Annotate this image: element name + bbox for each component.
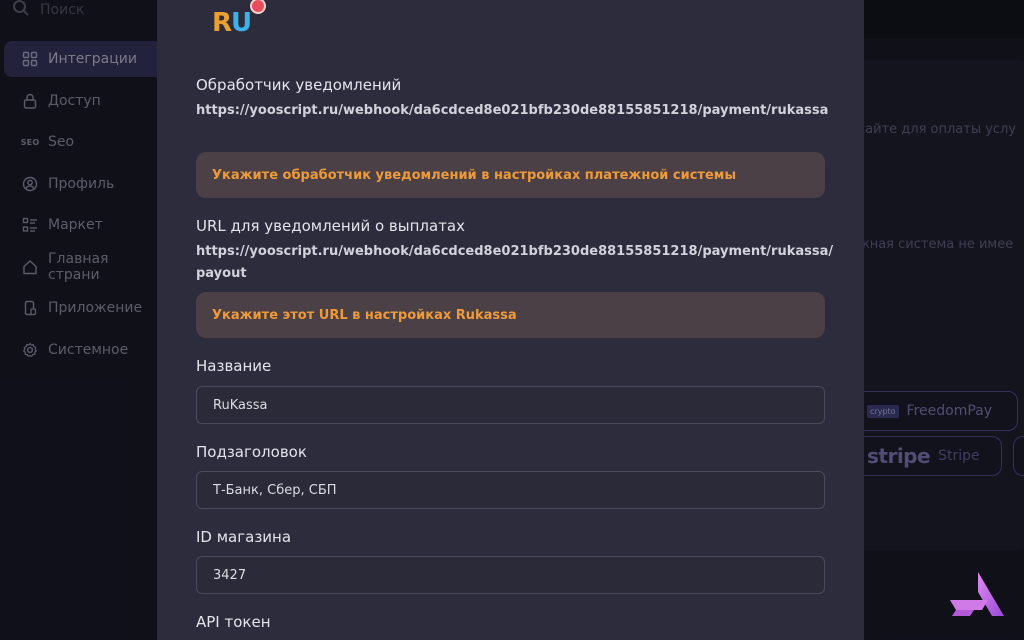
webhook-url[interactable]: https://yooscript.ru/webhook/da6cdced8e0… <box>196 100 836 122</box>
name-input[interactable] <box>196 386 825 424</box>
payout-notice: Укажите этот URL в настройках Rukassa <box>196 292 825 338</box>
name-label: Название <box>196 357 272 375</box>
shop-id-input[interactable] <box>196 556 825 594</box>
logo-badge <box>250 0 266 14</box>
rukassa-logo: RU <box>212 0 268 38</box>
payout-label: URL для уведомлений о выплатах <box>196 217 465 235</box>
logo-letter-u: U <box>231 8 252 38</box>
subtitle-input[interactable] <box>196 471 825 509</box>
logo-letter-r: R <box>212 8 232 38</box>
brand-logo-icon <box>950 572 1004 616</box>
shop-id-label: ID магазина <box>196 528 292 546</box>
api-token-label: API токен <box>196 613 271 631</box>
webhook-label: Обработчик уведомлений <box>196 76 402 94</box>
subtitle-label: Подзаголовок <box>196 443 307 461</box>
webhook-notice: Укажите обработчик уведомлений в настрой… <box>196 152 825 198</box>
payout-url[interactable]: https://yooscript.ru/webhook/da6cdced8e0… <box>196 241 836 285</box>
